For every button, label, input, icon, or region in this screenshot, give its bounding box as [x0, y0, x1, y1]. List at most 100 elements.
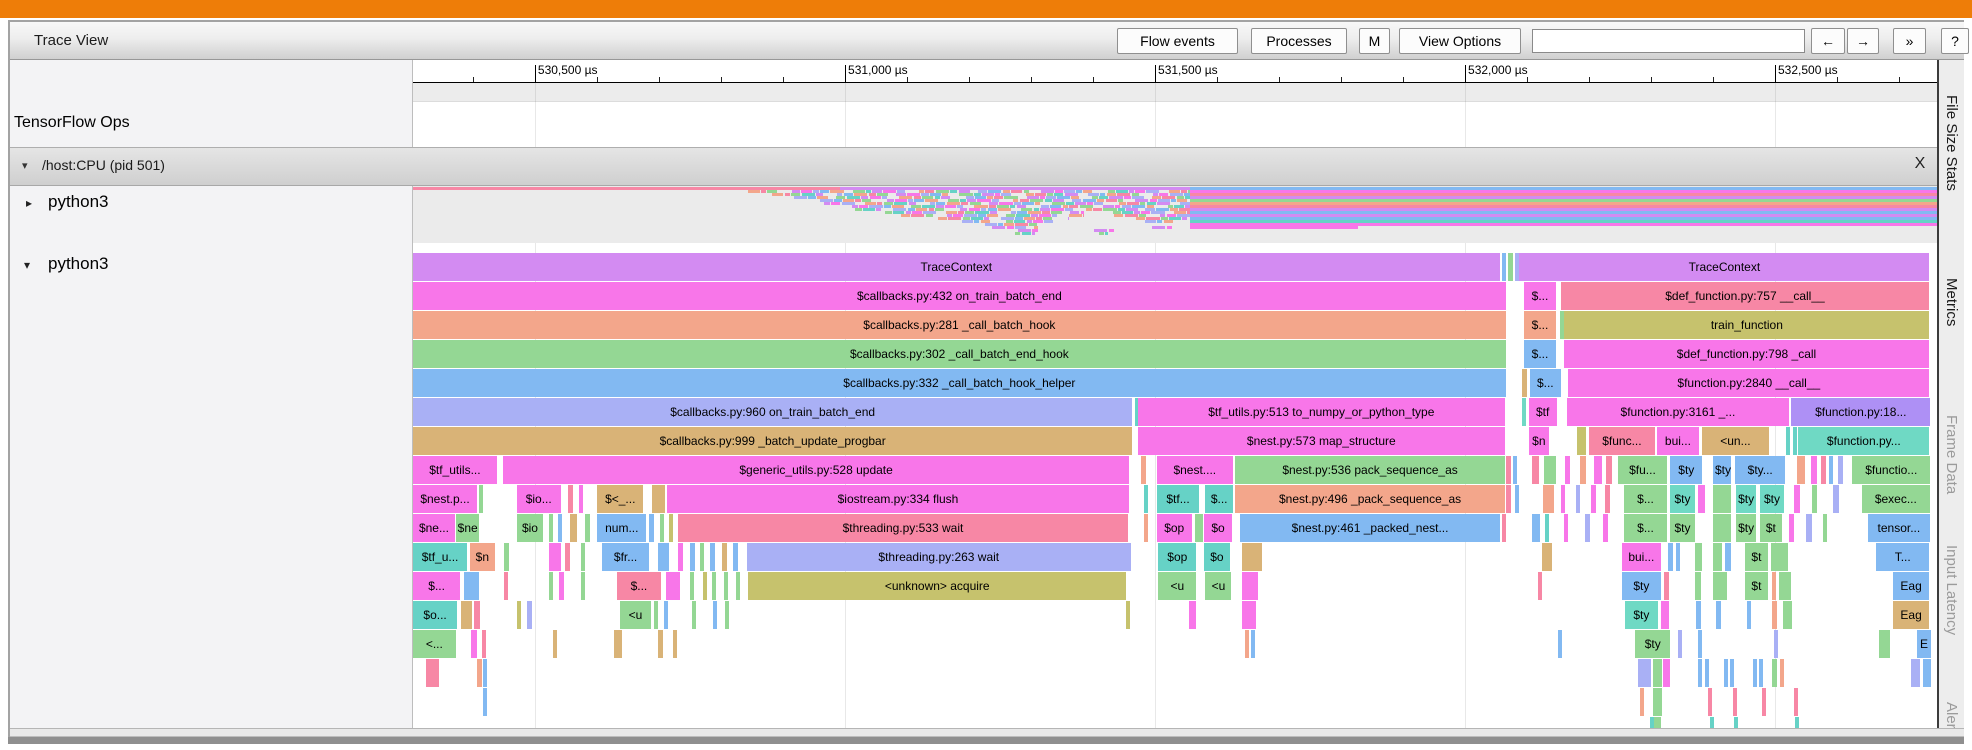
- flame-bar-sliver[interactable]: [1594, 456, 1602, 484]
- flame-bar-sliver[interactable]: [736, 572, 741, 600]
- flame-bar[interactable]: $ne: [455, 514, 479, 542]
- flame-bar-sliver[interactable]: [579, 485, 584, 513]
- flame-bar-sliver[interactable]: [1778, 572, 1791, 600]
- flame-bar-sliver[interactable]: [425, 659, 439, 687]
- flame-bar-sliver[interactable]: [1188, 601, 1197, 629]
- flame-bar-sliver[interactable]: [568, 485, 573, 513]
- flame-bar[interactable]: $nest....: [1156, 456, 1233, 484]
- flame-bar-sliver[interactable]: [1242, 543, 1262, 571]
- flame-bar-sliver[interactable]: [1770, 543, 1788, 571]
- flame-bar-sliver[interactable]: [723, 572, 728, 600]
- flame-bar-sliver[interactable]: [1773, 630, 1779, 658]
- flame-bar-sliver[interactable]: [1507, 253, 1514, 281]
- flame-bar-sliver[interactable]: [1821, 456, 1826, 484]
- flame-bar-sliver[interactable]: [1513, 456, 1518, 484]
- flame-bar-sliver[interactable]: [483, 659, 488, 687]
- flame-bar-sliver[interactable]: [1584, 514, 1590, 542]
- flame-bar[interactable]: $callbacks.py:999 _batch_update_progbar: [413, 427, 1133, 455]
- flame-bar-sliver[interactable]: [1521, 369, 1528, 397]
- flame-bar-sliver[interactable]: [580, 572, 585, 600]
- flame-bar-sliver[interactable]: [1789, 514, 1794, 542]
- flame-bar-sliver[interactable]: [658, 630, 663, 658]
- flame-bar-sliver[interactable]: [1514, 485, 1520, 513]
- flame-bar[interactable]: $tf...: [1156, 485, 1200, 513]
- flame-bar[interactable]: $ty: [1735, 514, 1757, 542]
- flame-bar-sliver[interactable]: [702, 572, 708, 600]
- time-ruler[interactable]: 530,500 µs 531,000 µs 531,500 µs 532,000 µs…: [413, 60, 1937, 83]
- flame-bar[interactable]: $ty: [1670, 485, 1695, 513]
- search-input[interactable]: [1532, 29, 1805, 53]
- flame-bar-sliver[interactable]: [1712, 543, 1723, 571]
- flame-bar-sliver[interactable]: [1712, 514, 1732, 542]
- flame-bar-sliver[interactable]: [1828, 456, 1833, 484]
- flame-bar-sliver[interactable]: [1759, 659, 1764, 687]
- flame-bar-sliver[interactable]: [1812, 485, 1818, 513]
- flame-bar-sliver[interactable]: [1194, 514, 1199, 542]
- flame-bar[interactable]: $nest.py:573 map_structure: [1137, 427, 1505, 455]
- flame-bar[interactable]: $tf: [1528, 398, 1557, 426]
- flame-bar-sliver[interactable]: [1761, 688, 1766, 716]
- flame-bar[interactable]: $nest.py:536 pack_sequence_as: [1235, 456, 1505, 484]
- flame-bar-sliver[interactable]: [482, 630, 487, 658]
- flame-bar[interactable]: $t: [1760, 514, 1782, 542]
- flame-bar-sliver[interactable]: [1560, 485, 1566, 513]
- nav-back-button[interactable]: ←: [1811, 28, 1845, 54]
- flame-bar[interactable]: $...: [1523, 340, 1556, 368]
- flame-bar-sliver[interactable]: [1501, 253, 1507, 281]
- flame-bar[interactable]: $o: [1203, 514, 1233, 542]
- flame-bar-sliver[interactable]: [1732, 688, 1737, 716]
- flame-bar[interactable]: $callbacks.py:960 on_train_batch_end: [413, 398, 1133, 426]
- flame-bar-sliver[interactable]: [1772, 601, 1777, 629]
- flame-bar-sliver[interactable]: [658, 543, 670, 571]
- flame-bar-sliver[interactable]: [1603, 514, 1608, 542]
- flame-bar-sliver[interactable]: [483, 688, 488, 716]
- collapse-caret-icon[interactable]: ▾: [22, 159, 28, 172]
- flame-bar-sliver[interactable]: [1716, 601, 1721, 629]
- flame-bar-sliver[interactable]: [1604, 485, 1611, 513]
- flame-bar-sliver[interactable]: [569, 514, 577, 542]
- flame-bar-sliver[interactable]: [1506, 485, 1512, 513]
- flame-bar-sliver[interactable]: [461, 601, 472, 629]
- flame-bar[interactable]: <un...: [1701, 427, 1770, 455]
- flame-bar[interactable]: bui...: [1656, 427, 1700, 455]
- flame-bar-sliver[interactable]: [1514, 253, 1519, 281]
- flame-bar-sliver[interactable]: [722, 543, 727, 571]
- flame-bar[interactable]: $ty: [1670, 514, 1695, 542]
- flame-bar-sliver[interactable]: [1652, 659, 1662, 687]
- flame-bar-sliver[interactable]: [1652, 688, 1662, 716]
- flame-bar-sliver[interactable]: [659, 514, 665, 542]
- bottom-drag-bar[interactable]: [8, 737, 1964, 744]
- flame-bar-sliver[interactable]: [1796, 456, 1806, 484]
- flame-bar-sliver[interactable]: [527, 601, 532, 629]
- expand-caret-icon[interactable]: ▸: [26, 196, 32, 210]
- flame-bar-sliver[interactable]: [690, 572, 695, 600]
- flame-bar[interactable]: $o: [1203, 543, 1230, 571]
- flame-bar-sliver[interactable]: [1143, 485, 1149, 513]
- flame-bar[interactable]: num...: [597, 514, 647, 542]
- flame-bar-sliver[interactable]: [691, 601, 696, 629]
- flame-bar[interactable]: TraceContext: [413, 253, 1500, 281]
- flame-bar-sliver[interactable]: [653, 601, 659, 629]
- flame-bar[interactable]: <unknown> acquire: [748, 572, 1127, 600]
- flame-bar[interactable]: tensor...: [1867, 514, 1931, 542]
- flame-bar-sliver[interactable]: [1772, 659, 1777, 687]
- flame-bar-sliver[interactable]: [711, 572, 716, 600]
- flame-bar-sliver[interactable]: [1786, 427, 1791, 455]
- flame-bar[interactable]: $n: [1528, 427, 1550, 455]
- flame-bar-sliver[interactable]: [1696, 601, 1701, 629]
- flame-bar[interactable]: $def_function.py:798 _call: [1563, 340, 1930, 368]
- flame-bar-sliver[interactable]: [1771, 572, 1777, 600]
- flame-bar[interactable]: $callbacks.py:302 _call_batch_end_hook: [413, 340, 1506, 368]
- flame-bar-sliver[interactable]: [699, 543, 704, 571]
- flame-bar-sliver[interactable]: [1783, 601, 1793, 629]
- flame-bar[interactable]: $tf_u...: [413, 543, 468, 571]
- flame-bar[interactable]: $op: [1158, 543, 1197, 571]
- flame-bar-sliver[interactable]: [585, 514, 590, 542]
- flame-bar[interactable]: $...: [1623, 514, 1668, 542]
- flame-bar-sliver[interactable]: [1712, 572, 1727, 600]
- flame-bar-sliver[interactable]: [1251, 630, 1256, 658]
- flame-bar[interactable]: <...: [413, 630, 456, 658]
- flame-bar[interactable]: $op: [1156, 514, 1192, 542]
- flame-bar-sliver[interactable]: [1543, 485, 1554, 513]
- flame-bar[interactable]: $<_...: [597, 485, 644, 513]
